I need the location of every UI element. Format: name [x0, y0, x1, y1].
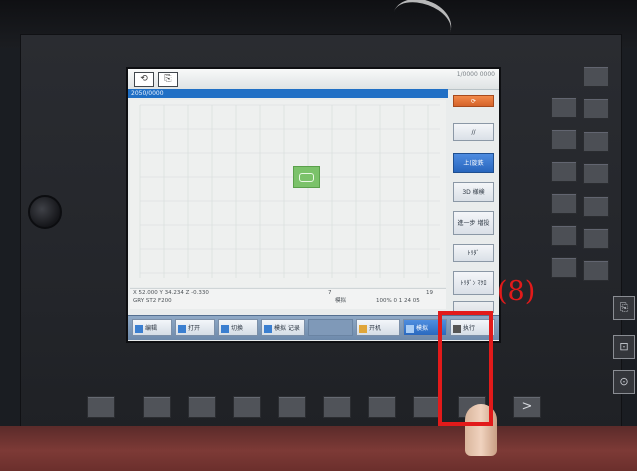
horizontal-softkey-hw[interactable] [188, 396, 216, 418]
side-key[interactable] [583, 196, 609, 217]
simulation-grid [139, 104, 440, 278]
fit-button[interactable]: ﾄﾘﾀﾞ [453, 244, 494, 262]
macro-button[interactable]: ﾄﾘﾀﾞﾝ ﾏｸﾛ [453, 271, 494, 295]
back-key[interactable] [87, 396, 115, 418]
side-key[interactable] [583, 66, 609, 87]
horizontal-softkey-hw[interactable] [278, 396, 306, 418]
next-key[interactable]: > [513, 396, 541, 418]
softkey-empty[interactable] [308, 319, 353, 336]
skip-block-button[interactable]: // [453, 123, 494, 141]
step-mode-icon[interactable]: ⟲ [134, 72, 154, 87]
status-count: 19 [426, 290, 433, 296]
softkey-power[interactable]: 开机 [356, 319, 400, 336]
vertical-softkey-hw[interactable] [551, 97, 577, 118]
annotation-label: (8) [497, 276, 536, 307]
mode-label: 模拟 [335, 298, 347, 304]
horizontal-softkey-hw[interactable] [323, 396, 351, 418]
simulate-icon [264, 324, 272, 333]
open-icon [178, 324, 186, 333]
vertical-softkey-hw[interactable] [551, 193, 577, 214]
status-bar: X 52.000 Y 34.234 Z -0.330 GRY ST2 F200 … [130, 288, 446, 309]
vertical-softkey-hw[interactable] [551, 129, 577, 150]
title-status: 1/0000 0000 [456, 71, 495, 78]
side-key[interactable] [583, 98, 609, 119]
machine-bottom-band [0, 426, 637, 471]
simulation-icon [406, 324, 414, 333]
vertical-softkey-bar: ⟳ // 上(旋鉄 3D 様検 進一步 増投 ﾄﾘﾀﾞ ﾄﾘﾀﾞﾝ ﾏｸﾛ [450, 93, 497, 315]
grid-icon [359, 324, 367, 333]
panel-key-icon[interactable]: ⎘ [613, 296, 635, 320]
reset-icon: ⟳ [470, 97, 477, 105]
reset-button[interactable]: ⟳ [453, 95, 494, 107]
horizontal-softkey-hw[interactable] [368, 396, 396, 418]
tool-info: GRY ST2 F200 [133, 298, 172, 304]
workpiece-marker [293, 166, 320, 188]
switch-icon [221, 324, 229, 333]
program-path: 2050/0000 [128, 89, 448, 98]
edit-icon [135, 324, 143, 333]
vertical-softkey-hw[interactable] [551, 257, 577, 278]
horizontal-softkey-hw[interactable] [143, 396, 171, 418]
vertical-softkey-hw[interactable] [551, 225, 577, 246]
status-value: 7 [328, 290, 332, 296]
vertical-softkey-hw[interactable] [551, 161, 577, 182]
top-view-button[interactable]: 上(旋鉄 [453, 153, 494, 173]
panel-key-icon[interactable]: ⊡ [613, 335, 635, 359]
softkey-edit[interactable]: 编辑 [132, 319, 172, 336]
softkey-switch[interactable]: 切换 [218, 319, 258, 336]
hmi-screen: ⟲ ⎘ 1/0000 0000 2050/0000 X 52.000 Y 34.… [126, 67, 501, 343]
title-bar: ⟲ ⎘ 1/0000 0000 [128, 69, 499, 90]
side-key[interactable] [583, 260, 609, 281]
side-key[interactable] [583, 163, 609, 184]
3d-view-button[interactable]: 3D 様検 [453, 182, 494, 202]
zoom-in-button[interactable]: 進一步 増投 [453, 211, 494, 235]
program-doc-icon[interactable]: ⎘ [158, 72, 178, 87]
panel-key-icon[interactable]: ⊙ [613, 370, 635, 394]
simulation-view [130, 100, 446, 287]
horizontal-softkey-hw[interactable] [413, 396, 441, 418]
annotation-highlight-box [438, 311, 493, 426]
feed-time: 100% 0 1 24 05 [376, 298, 420, 304]
softkey-sim-record[interactable]: 模拟 记录 [261, 319, 305, 336]
horizontal-softkey-hw[interactable] [233, 396, 261, 418]
side-key[interactable] [583, 131, 609, 152]
panel-knob[interactable] [28, 195, 62, 229]
softkey-open[interactable]: 打开 [175, 319, 215, 336]
side-key[interactable] [583, 228, 609, 249]
coordinates: X 52.000 Y 34.234 Z -0.330 [133, 290, 209, 296]
